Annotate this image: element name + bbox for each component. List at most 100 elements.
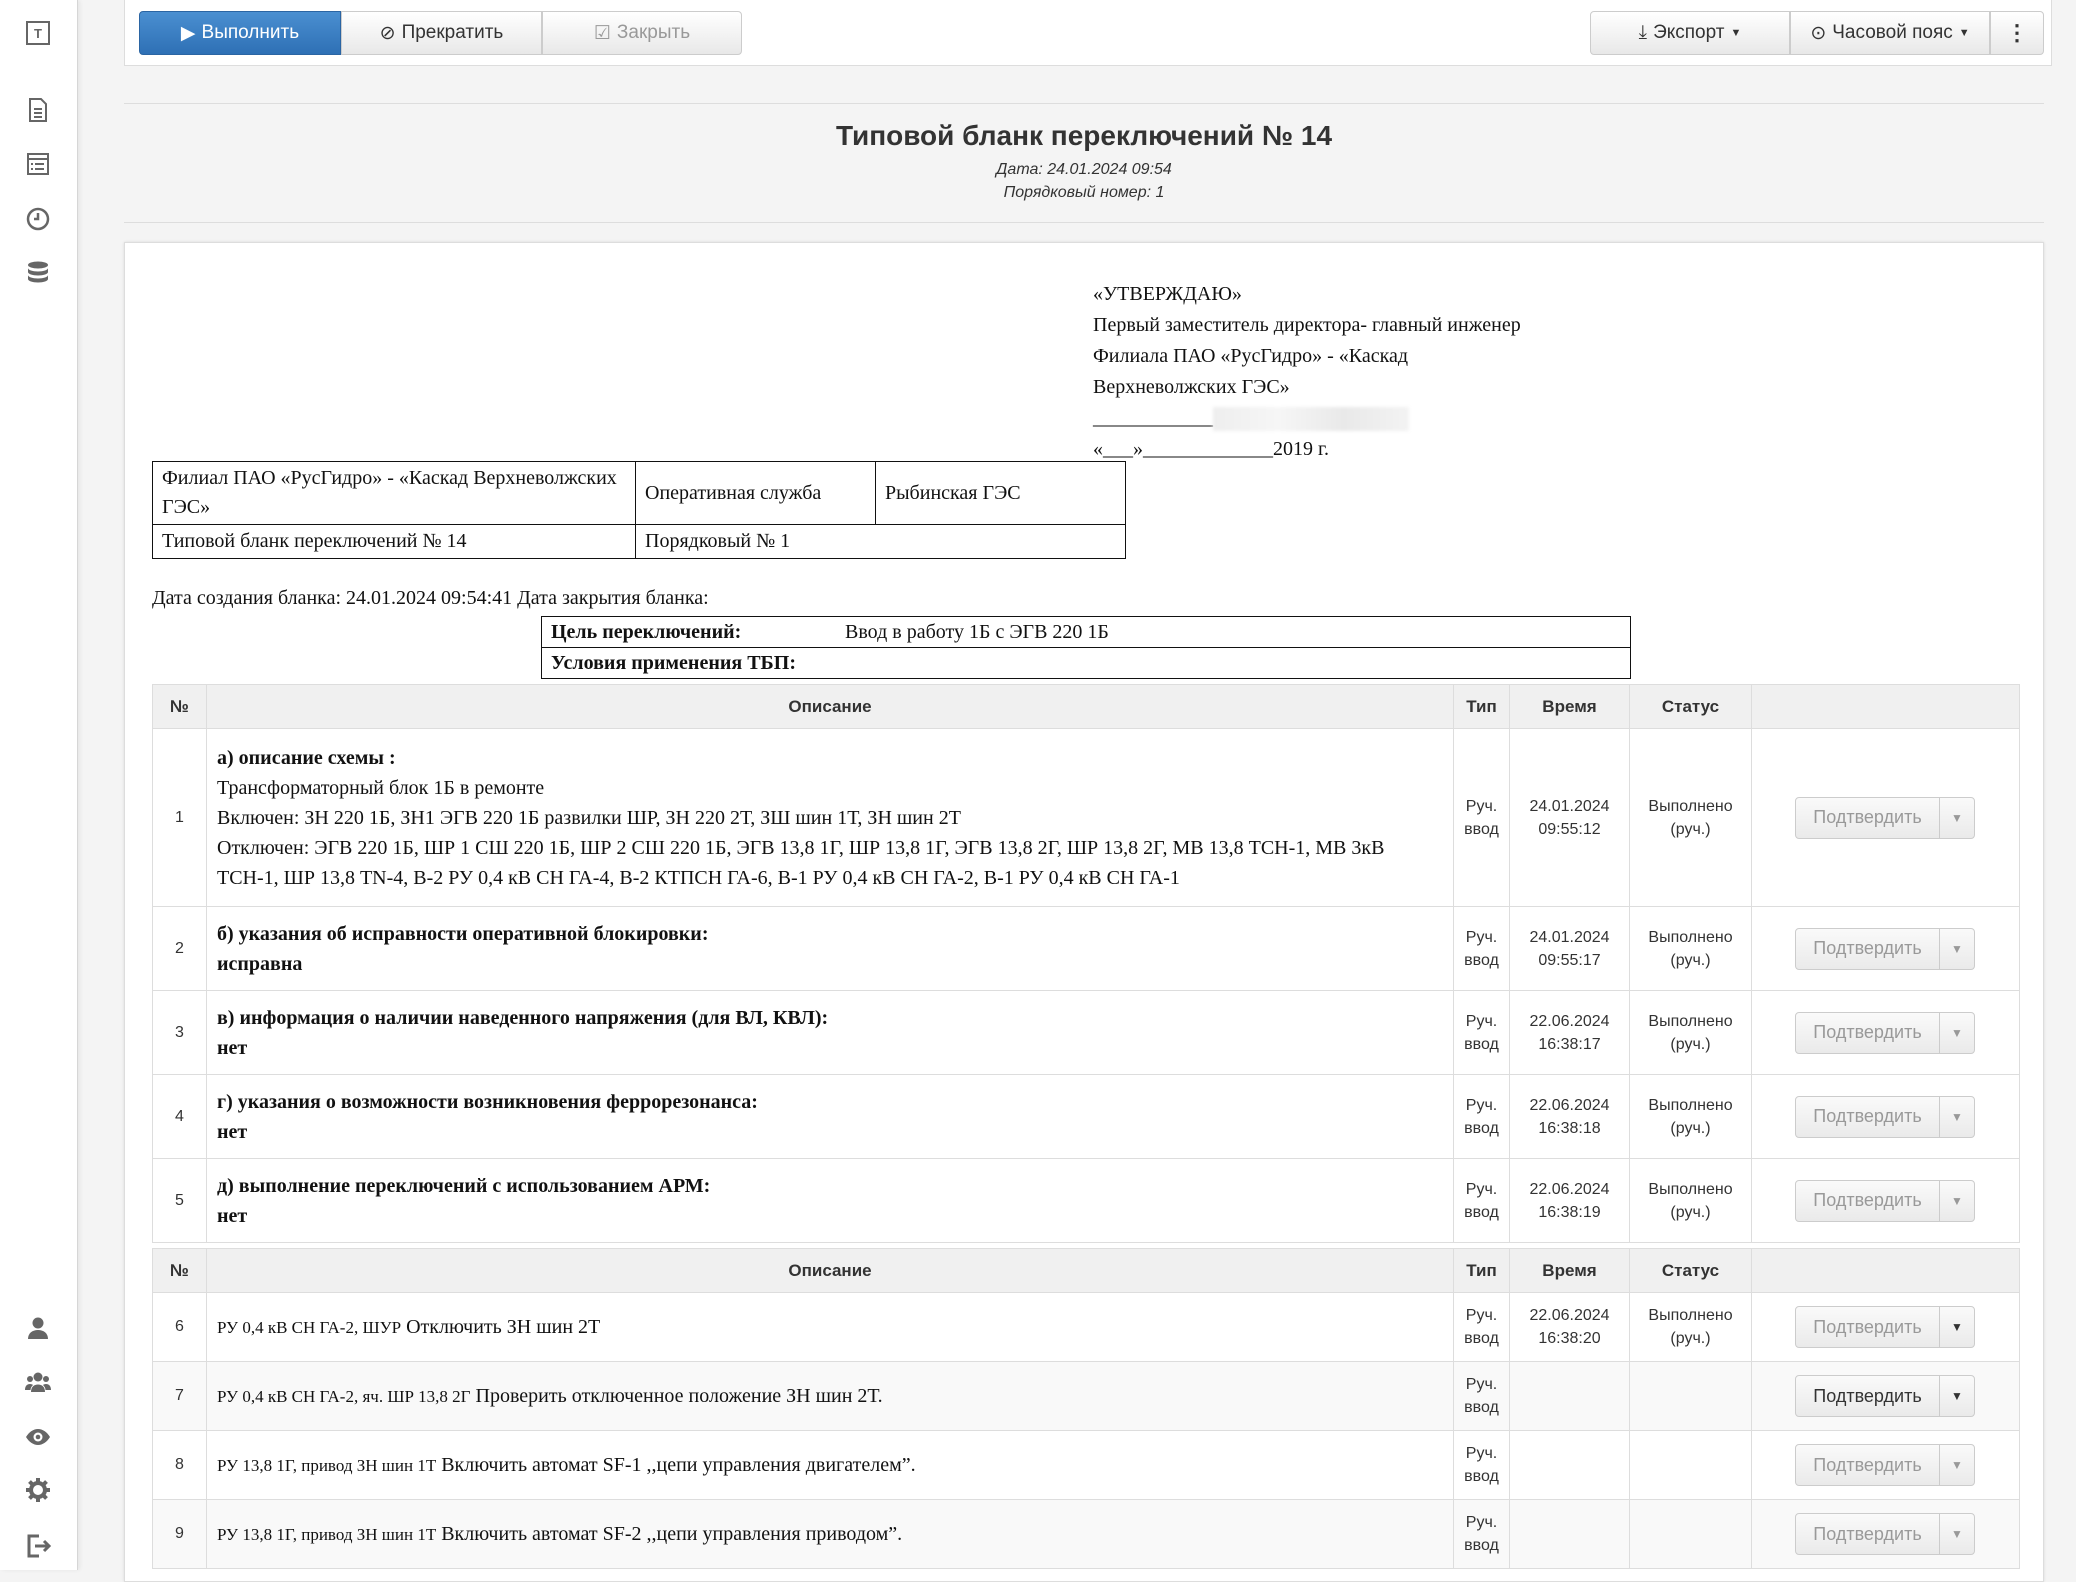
database-icon[interactable] xyxy=(22,257,54,289)
stop-button[interactable]: ⊘ Прекратить xyxy=(341,11,542,55)
ban-icon: ⊘ xyxy=(379,22,396,44)
table-row: 6 РУ 0,4 кВ СН ГА-2, ШУР Отключить ЗН шин… xyxy=(152,1292,2020,1362)
redacted-signature xyxy=(1213,407,1409,432)
step-actions: Подтвердить ▼ xyxy=(1751,1430,2020,1500)
confirm-button[interactable]: Подтвердить xyxy=(1796,1376,1940,1416)
table-row: 1 а) описание схемы : Трансформаторный бло… xyxy=(152,728,2020,907)
step-line: Трансформаторный блок 1Б в ремонте xyxy=(217,776,545,799)
document-body: «УТВЕРЖДАЮ» Первый заместитель директора… xyxy=(124,242,2044,1582)
confirm-button[interactable]: Подтвердить xyxy=(1796,797,1940,838)
step-number: 9 xyxy=(152,1499,207,1569)
clock-small-icon: ⊙ xyxy=(1810,22,1827,44)
step-actions: Подтвердить ▼ xyxy=(1751,1292,2020,1362)
step-time xyxy=(1509,1430,1630,1500)
step-actions: Подтвердить ▼ xyxy=(1751,728,2020,907)
page-title: Типовой бланк переключений № 14 xyxy=(835,120,1333,151)
confirm-button-group: Подтвердить ▼ xyxy=(1795,1011,1975,1054)
confirm-dropdown-toggle[interactable]: ▼ xyxy=(1940,1376,1974,1416)
step-number: 2 xyxy=(152,906,207,991)
step-action-text: Отключить ЗН шин 2Т xyxy=(406,1315,601,1338)
confirm-dropdown-toggle[interactable]: ▼ xyxy=(1940,1181,1974,1221)
main-area: ▶ Выполнить ⊘ Прекратить ☑ Закрыть ⤓ Экспорт… xyxy=(124,0,2052,1582)
step-location: РУ 0,4 кВ СН ГА-2, ШУР xyxy=(217,1317,402,1337)
step-number: 7 xyxy=(152,1361,207,1431)
app-logo-icon[interactable]: T xyxy=(22,17,54,49)
goal-table: Цель переключений: Ввод в работу 1Б с ЭГВ… xyxy=(541,616,1631,679)
export-dropdown[interactable]: ⤓ Экспорт ▼ xyxy=(1590,11,1790,55)
step-status xyxy=(1629,1499,1752,1569)
confirm-button-group: Подтвердить ▼ xyxy=(1795,1179,1975,1222)
step-time: 22.06.2024 16:38:19 xyxy=(1509,1158,1630,1243)
step-status: Выполнено (руч.) xyxy=(1629,1074,1752,1159)
confirm-button-group: Подтвердить ▼ xyxy=(1795,1306,1975,1348)
confirm-button[interactable]: Подтвердить xyxy=(1796,1096,1940,1137)
timezone-dropdown[interactable]: ⊙ Часовой пояс ▼ xyxy=(1790,11,1990,55)
step-status: Выполнено (руч.) xyxy=(1629,1292,1752,1362)
col-desc: Описание xyxy=(206,684,1454,729)
step-status: Выполнено (руч.) xyxy=(1629,728,1752,907)
steps-table-2: № Описание Тип Время Статус 6 РУ 0,4 кВ С… xyxy=(152,1248,2020,1569)
eye-icon[interactable] xyxy=(22,1421,54,1453)
confirm-button[interactable]: Подтвердить xyxy=(1796,1012,1940,1053)
org-seq: Порядковый № 1 xyxy=(635,524,1126,559)
step-time: 22.06.2024 16:38:20 xyxy=(1509,1292,1630,1362)
table-row: 3 в) информация о наличии наведенного нап… xyxy=(152,990,2020,1075)
document-icon[interactable] xyxy=(22,94,54,126)
step-type: Руч. ввод xyxy=(1453,1430,1510,1500)
confirm-button[interactable]: Подтвердить xyxy=(1796,928,1940,969)
logout-icon[interactable] xyxy=(22,1530,54,1562)
caret-down-icon: ▼ xyxy=(1951,1109,1963,1124)
col-time: Время xyxy=(1509,1248,1630,1293)
step-line: Отключен: ЭГВ 220 1Б, ШР 1 СШ 220 1Б, ШР… xyxy=(217,836,1385,889)
caret-down-icon: ▼ xyxy=(1951,1320,1963,1334)
step-type: Руч. ввод xyxy=(1453,728,1510,907)
checklist-icon[interactable] xyxy=(22,148,54,180)
caret-down-icon: ▼ xyxy=(1730,27,1742,39)
step-actions: Подтвердить ▼ xyxy=(1751,990,2020,1075)
confirm-button[interactable]: Подтвердить xyxy=(1796,1180,1940,1221)
step-status xyxy=(1629,1430,1752,1500)
approval-line: Верхневолжских ГЭС» xyxy=(1093,376,1290,398)
confirm-button[interactable]: Подтвердить xyxy=(1796,1514,1940,1554)
approval-line: «УТВЕРЖДАЮ» xyxy=(1093,283,1242,305)
confirm-dropdown-toggle[interactable]: ▼ xyxy=(1940,1013,1974,1053)
org-service: Оперативная служба xyxy=(635,461,876,525)
org-form: Типовой бланк переключений № 14 xyxy=(152,524,636,559)
run-button[interactable]: ▶ Выполнить xyxy=(139,11,341,55)
step-description: РУ 0,4 кВ СН ГА-2, ШУР Отключить ЗН шин … xyxy=(206,1292,1454,1362)
col-type: Тип xyxy=(1453,1248,1510,1293)
step-type: Руч. ввод xyxy=(1453,906,1510,991)
step-time xyxy=(1509,1361,1630,1431)
col-desc: Описание xyxy=(206,1248,1454,1293)
col-actions xyxy=(1751,1248,2020,1293)
toolbar: ▶ Выполнить ⊘ Прекратить ☑ Закрыть ⤓ Экспорт… xyxy=(124,0,2052,66)
org-station: Рыбинская ГЭС xyxy=(875,461,1126,525)
col-num: № xyxy=(152,1248,207,1293)
step-action-text: Проверить отключенное положение ЗН шин 2… xyxy=(475,1384,883,1407)
more-options-button[interactable]: ⋮ xyxy=(1990,11,2044,55)
confirm-dropdown-toggle[interactable]: ▼ xyxy=(1940,1445,1974,1485)
step-location: РУ 13,8 1Г, привод ЗН шин 1Т xyxy=(217,1455,437,1475)
confirm-dropdown-toggle[interactable]: ▼ xyxy=(1940,929,1974,969)
step-line: нет xyxy=(217,1036,248,1059)
created-closed-dates: Дата создания бланка: 24.01.2024 09:54:4… xyxy=(152,587,709,609)
step-line: Включен: ЗН 220 1Б, ЗН1 ЭГВ 220 1Б разви… xyxy=(217,806,961,829)
users-group-icon[interactable] xyxy=(22,1366,54,1398)
confirm-dropdown-toggle[interactable]: ▼ xyxy=(1940,1514,1974,1554)
gear-icon[interactable] xyxy=(22,1474,54,1506)
clock-icon[interactable] xyxy=(22,203,54,235)
caret-down-icon: ▼ xyxy=(1951,941,1963,956)
confirm-dropdown-toggle[interactable]: ▼ xyxy=(1940,1307,1974,1347)
step-actions: Подтвердить ▼ xyxy=(1751,906,2020,991)
org-branch: Филиал ПАО «РусГидро» - «Каскад Верхнево… xyxy=(152,461,636,525)
step-type: Руч. ввод xyxy=(1453,1292,1510,1362)
table-row: 2 б) указания об исправности оперативной … xyxy=(152,906,2020,991)
confirm-dropdown-toggle[interactable]: ▼ xyxy=(1940,798,1974,838)
user-icon[interactable] xyxy=(22,1312,54,1344)
confirm-button[interactable]: Подтвердить xyxy=(1796,1445,1940,1485)
document-seq-number: Порядковый номер: 1 xyxy=(1003,184,1165,201)
confirm-dropdown-toggle[interactable]: ▼ xyxy=(1940,1097,1974,1137)
confirm-button[interactable]: Подтвердить xyxy=(1796,1307,1940,1347)
close-button[interactable]: ☑ Закрыть xyxy=(542,11,742,55)
col-type: Тип xyxy=(1453,684,1510,729)
